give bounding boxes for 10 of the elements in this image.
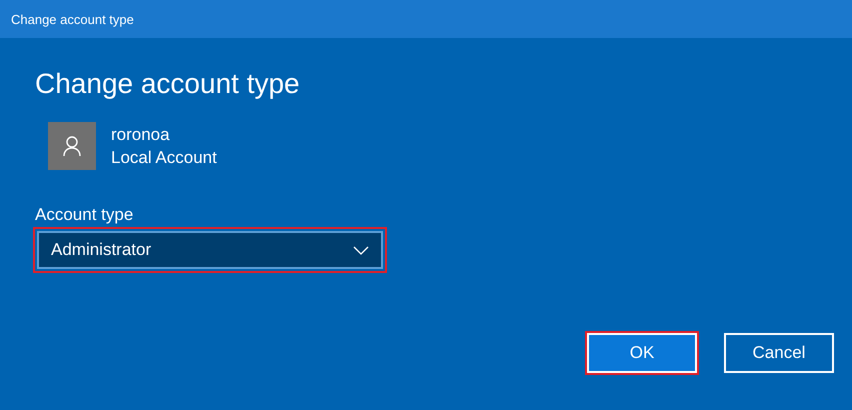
dialog-heading: Change account type — [35, 68, 301, 101]
account-kind: Local Account — [111, 148, 217, 168]
window-title: Change account type — [11, 12, 134, 26]
user-avatar-icon — [48, 122, 96, 170]
ok-button[interactable]: OK — [585, 331, 699, 375]
chevron-down-icon — [353, 246, 369, 254]
account-type-dropdown[interactable]: Administrator — [33, 227, 387, 273]
field-label: Account type — [35, 205, 134, 225]
account-name: roronoa — [111, 125, 171, 145]
cancel-button[interactable]: Cancel — [724, 333, 834, 373]
